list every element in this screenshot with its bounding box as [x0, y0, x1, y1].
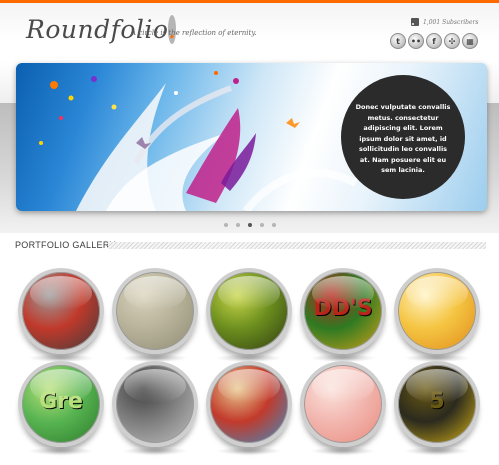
portfolio-thumb-image — [394, 268, 480, 354]
thumb-shadow — [404, 447, 470, 455]
rss-icon — [411, 18, 419, 26]
portfolio-thumb-image — [18, 268, 104, 354]
social-links: t •• f ✣ ▦ — [390, 33, 478, 49]
delicious-icon[interactable]: ▦ — [462, 33, 478, 49]
portfolio-thumb-1[interactable] — [18, 268, 104, 362]
portfolio-thumb-6[interactable]: Gre — [18, 361, 104, 455]
site-tagline: A circle is the reflection of eternity. — [131, 29, 257, 37]
section-divider — [108, 242, 486, 249]
portfolio-thumb-image — [206, 361, 292, 447]
thumb-shadow — [216, 447, 282, 455]
portfolio-thumb-image: DD'S — [300, 268, 386, 354]
portfolio-thumb-image — [300, 361, 386, 447]
portfolio-thumb-2[interactable] — [112, 268, 198, 362]
slider-dot-3[interactable] — [248, 223, 252, 227]
slider-dot-5[interactable] — [272, 223, 276, 227]
slider-dot-2[interactable] — [236, 223, 240, 227]
flickr-icon[interactable]: •• — [408, 33, 424, 49]
thumb-artwork-text: 5 — [429, 389, 445, 414]
portfolio-thumb-image: Gre — [18, 361, 104, 447]
portfolio-thumb-3[interactable] — [206, 268, 292, 362]
twitter-icon[interactable]: t — [390, 33, 406, 49]
portfolio-thumb-9[interactable] — [300, 361, 386, 455]
thumb-artwork-text: Gre — [39, 389, 83, 414]
portfolio-thumb-8[interactable] — [206, 361, 292, 455]
thumb-artwork-text: DD'S — [313, 296, 373, 321]
section-title: PORTFOLIO GALLERY — [15, 240, 116, 250]
subscribers-count: 1,001 Subscribers — [423, 18, 479, 26]
portfolio-thumb-image: 5 — [394, 361, 480, 447]
facebook-icon[interactable]: f — [426, 33, 442, 49]
portfolio-thumb-image — [112, 268, 198, 354]
portfolio-thumb-7[interactable] — [112, 361, 198, 455]
slider-dot-4[interactable] — [260, 223, 264, 227]
dribbble-icon[interactable]: ✣ — [444, 33, 460, 49]
slide-caption: Donec vulputate convallis metus. consect… — [341, 75, 465, 199]
thumb-shadow — [28, 447, 94, 455]
thumb-shadow — [122, 447, 188, 455]
portfolio-thumb-4[interactable]: DD'S — [300, 268, 386, 362]
slider-dot-1[interactable] — [224, 223, 228, 227]
portfolio-gallery: DD'S Gre 5 — [0, 265, 499, 465]
portfolio-thumb-10[interactable]: 5 — [394, 361, 480, 455]
portfolio-thumb-image — [112, 361, 198, 447]
portfolio-thumb-image — [206, 268, 292, 354]
slider-pagination — [224, 223, 276, 227]
subscribers-link[interactable]: 1,001 Subscribers — [411, 18, 478, 26]
thumb-shadow — [310, 447, 376, 455]
portfolio-thumb-5[interactable] — [394, 268, 480, 362]
